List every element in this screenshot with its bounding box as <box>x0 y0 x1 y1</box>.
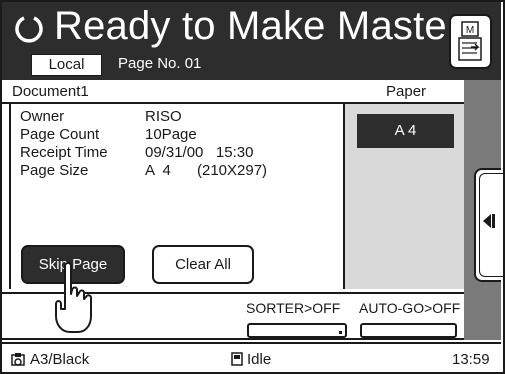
machine-state: Idle <box>247 351 272 368</box>
page-number: Page No. 01 <box>118 55 202 72</box>
master-menu-button[interactable]: M <box>449 14 492 69</box>
receipt-time-value: 09/31/00 15:30 <box>145 144 254 161</box>
screen-title: Ready to Make Master <box>54 4 461 48</box>
auto-go-label: AUTO-GO>OFF <box>359 300 461 316</box>
sorter-label: SORTER>OFF <box>246 300 341 316</box>
clear-all-button[interactable]: Clear All <box>152 245 254 284</box>
owner-label: Owner <box>20 108 65 125</box>
auto-go-toggle[interactable] <box>360 323 457 338</box>
ink-drum-icon <box>11 353 25 366</box>
page-size-value: A 4 <box>145 162 171 179</box>
expand-side-tab[interactable] <box>474 168 505 282</box>
document-info-list: Owner RISO Page Count 10Page Receipt Time 0… <box>20 108 267 180</box>
info-row-owner: Owner RISO <box>20 108 267 126</box>
owner-value: RISO <box>145 108 182 125</box>
sorter-indicator-dot <box>339 331 342 334</box>
sorter-toggle[interactable] <box>247 323 347 338</box>
ready-status-icon <box>15 16 43 43</box>
page-size-label: Page Size <box>20 162 89 179</box>
svg-text:M: M <box>466 25 474 36</box>
ink-status: A3/Black <box>30 351 90 368</box>
paper-column-header: Paper <box>386 83 427 100</box>
left-arrow-icon <box>483 214 491 228</box>
page-count-value: 10Page <box>145 126 197 143</box>
hand-pointer-icon <box>55 262 93 333</box>
page-count-label: Page Count <box>20 126 100 143</box>
arrow-bar-icon <box>492 214 495 228</box>
paper-column: A 4 <box>345 104 464 289</box>
info-row-page-count: Page Count 10Page <box>20 126 267 144</box>
info-row-page-size: Page Size A 4 (210X297) <box>20 162 267 180</box>
header-bar: Ready to Make Master Local Page No. 01 M <box>2 2 501 80</box>
local-mode-chip: Local <box>31 54 102 76</box>
page-size-dimensions: (210X297) <box>197 162 268 179</box>
machine-icon <box>231 352 243 366</box>
info-row-receipt-time: Receipt Time 09/31/00 15:30 <box>20 144 267 162</box>
document-name: Document1 <box>12 83 89 100</box>
paper-size-button[interactable]: A 4 <box>357 114 454 148</box>
clock-time: 13:59 <box>452 351 490 368</box>
receipt-time-label: Receipt Time <box>20 144 108 161</box>
status-bar: A3/Black Idle 13:59 <box>2 342 501 372</box>
master-doc-icon: M <box>458 21 482 61</box>
document-row: Document1 Paper <box>2 80 464 104</box>
